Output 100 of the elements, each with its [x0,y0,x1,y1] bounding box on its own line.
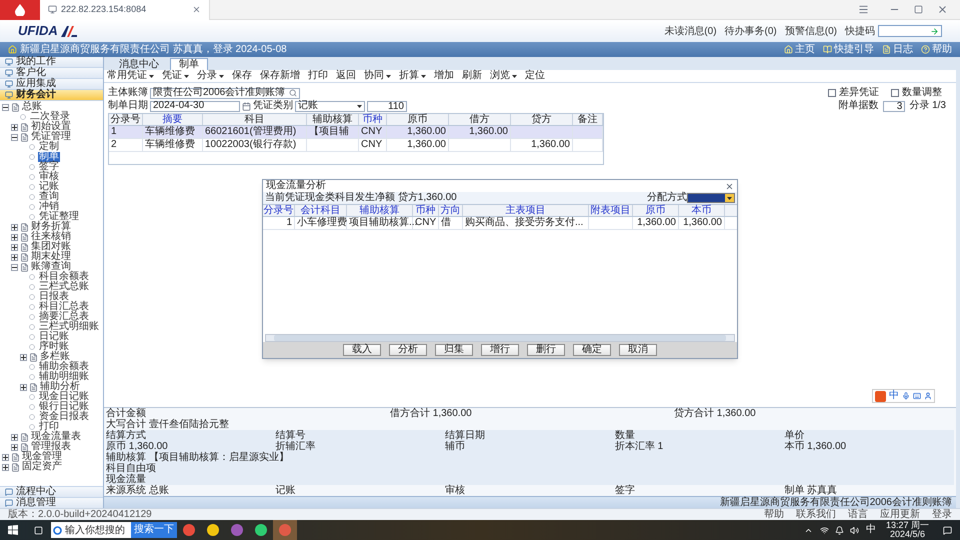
tree-item[interactable]: 总账 [22,102,42,112]
toolbar-link[interactable]: 日志 [893,44,913,54]
toolbar-button[interactable]: 浏览 [490,71,517,81]
attachments-field[interactable]: 3 [883,100,906,112]
tree-item[interactable]: 初始设置 [31,122,71,132]
toolbar-button[interactable]: 增加 [434,71,454,81]
browser-logo-icon[interactable] [0,0,40,20]
search-button[interactable]: 搜索一下 [131,522,177,538]
expand-toggle[interactable] [11,244,18,250]
tree-item[interactable]: 冲销 [38,202,60,212]
tree-item[interactable]: 打印 [38,422,60,432]
wifi-icon[interactable] [820,526,829,534]
tree-item[interactable]: 摘要汇总表 [38,312,90,322]
header-link[interactable]: 未读消息(0) [664,24,717,38]
tree-item[interactable]: 期末处理 [31,252,71,262]
input-method[interactable]: 中 [866,525,876,535]
tree-item[interactable]: 日报表 [38,292,70,302]
tree-item[interactable]: 现金管理 [22,452,62,462]
tree-item[interactable]: 签字 [38,162,60,172]
close-icon[interactable] [937,4,948,15]
toolbar-button[interactable]: 保存新增 [260,71,300,81]
tree-item[interactable]: 账簿查询 [31,262,71,272]
tree-item[interactable]: 科目汇总表 [38,302,90,312]
tab[interactable]: 制单 [170,58,208,70]
tree-item[interactable]: 三栏式明细账 [38,322,100,332]
close-icon[interactable] [725,182,734,190]
close-icon[interactable] [192,5,201,14]
tree-item[interactable]: 辅助明细账 [38,372,90,382]
footer-link[interactable]: 帮助 [764,510,784,520]
expand-toggle[interactable] [20,354,27,360]
nav-item[interactable]: 客户化 [0,68,103,79]
keyboard-icon[interactable] [913,392,921,400]
nav-item[interactable]: 消息管理 [0,497,103,508]
nav-item[interactable]: 财务会计 [0,90,103,101]
windows-icon[interactable] [8,525,18,535]
toolbar-button[interactable]: 定位 [525,71,545,81]
dialog-button[interactable]: 载入 [343,344,381,356]
dialog-button[interactable]: 增行 [481,344,519,356]
taskbar-search-field[interactable]: 输入你想搜的 [51,522,131,538]
expand-toggle[interactable] [20,384,27,390]
browser-tab[interactable]: 222.82.223.154:8084 [40,0,210,20]
tree-item[interactable]: 管理报表 [31,442,71,452]
tree-item[interactable]: 凭证整理 [38,212,80,222]
expand-toggle[interactable] [11,444,18,450]
menu-icon[interactable] [858,4,869,15]
collapse-toggle[interactable] [11,264,18,270]
tree-item[interactable]: 科目余额表 [38,272,90,282]
tree-item[interactable]: 现金流量表 [31,432,81,442]
expand-toggle[interactable] [2,454,9,460]
toolbar-button[interactable]: 返回 [336,71,356,81]
book-field[interactable]: 限责任公司2006会计准则账簿 [150,88,300,98]
tree-item[interactable]: 查询 [38,192,60,202]
footer-link[interactable]: 登录 [932,510,952,520]
date-field[interactable]: 2024-04-30 [150,100,240,112]
toolbar-button[interactable]: 协同 [364,71,391,81]
quick-code-field[interactable] [878,25,942,37]
toolbar-link[interactable]: 快捷引导 [834,44,874,54]
microphone-icon[interactable] [902,392,910,400]
tree-item[interactable]: 固定资产 [22,462,62,472]
tree-item[interactable]: 多栏账 [40,352,70,362]
expand-toggle[interactable] [11,234,18,240]
toolbar-button[interactable]: 刷新 [462,71,482,81]
tree-item[interactable]: 往来核销 [31,232,71,242]
dialog-button[interactable]: 删行 [527,344,565,356]
horizontal-scrollbar[interactable] [265,334,735,342]
tree-item[interactable]: 二次登录 [29,112,71,122]
footer-link[interactable]: 语言 [848,510,868,520]
tree-item[interactable]: 定制 [38,142,60,152]
dialog-button[interactable]: 归集 [435,344,473,356]
dialog-button[interactable]: 确定 [573,344,611,356]
toolbar-button[interactable]: 常用凭证 [107,71,154,81]
tree-item[interactable]: 集团对账 [31,242,71,252]
type-select[interactable]: 记账 [295,100,365,112]
tree-item[interactable]: 审核 [38,172,60,182]
tree-item[interactable]: 日记账 [38,332,70,342]
user-icon[interactable] [924,392,932,400]
nav-item[interactable]: 我的工作 [0,57,103,68]
nav-item[interactable]: 应用集成 [0,79,103,90]
toolbar-button[interactable]: 打印 [308,71,328,81]
number-field[interactable]: 110 [367,100,407,112]
checkbox[interactable] [891,89,899,97]
maximize-icon[interactable] [914,5,923,14]
clock[interactable]: 13:27 周一 2024/5/6 [886,521,929,539]
toolbar-button[interactable]: 凭证 [162,71,189,81]
tree-item[interactable]: 财务折算 [31,222,71,232]
toolbar-button[interactable]: 折算 [399,71,426,81]
collapse-toggle[interactable] [2,104,9,110]
expand-toggle[interactable] [11,434,18,440]
tree-item[interactable]: 序时账 [38,342,70,352]
search-icon[interactable] [289,89,297,97]
tree-item[interactable]: 三栏式总账 [38,282,90,292]
footer-link[interactable]: 应用更新 [880,510,920,520]
toolbar-button[interactable]: 保存 [232,71,252,81]
volume-icon[interactable] [850,526,859,534]
tree-item[interactable]: 记账 [38,182,60,192]
tree-item[interactable]: 现金日记账 [38,392,90,402]
task-view-icon[interactable] [34,526,43,534]
expand-toggle[interactable] [11,254,18,260]
toolbar-button[interactable]: 分录 [197,71,224,81]
dialog-button[interactable]: 分析 [389,344,427,356]
